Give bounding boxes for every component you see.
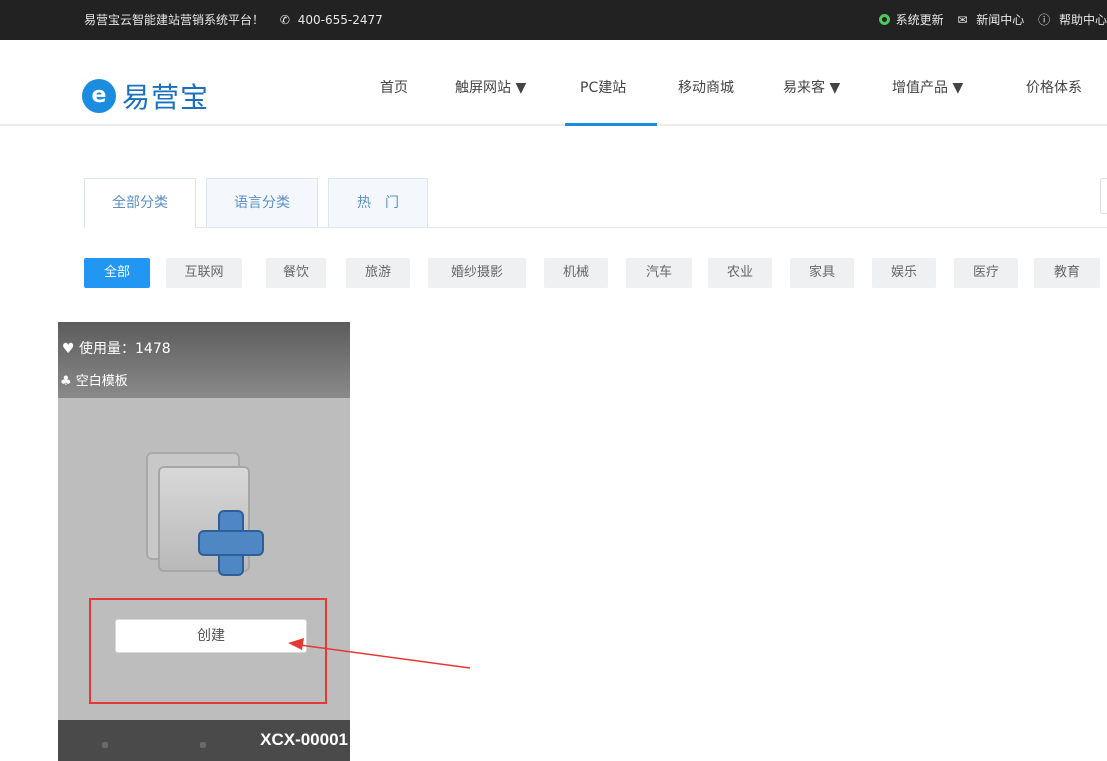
tab-language[interactable]: 语言分类	[206, 178, 318, 228]
site-logo[interactable]: e 易营宝	[82, 76, 209, 116]
heart-icon: ♥	[62, 341, 75, 357]
nav-item-pc-site[interactable]: PC建站	[580, 78, 626, 98]
refresh-icon	[878, 14, 890, 25]
topbar-left: 易营宝云智能建站营销系统平台！ ✆ 400-655-2477	[84, 0, 383, 40]
filter-entertainment[interactable]: 娱乐	[872, 258, 936, 288]
filter-auto[interactable]: 汽车	[626, 258, 692, 288]
filter-furniture[interactable]: 家具	[790, 258, 854, 288]
filter-all[interactable]: 全部	[84, 258, 150, 288]
phone-icon: ✆	[279, 13, 290, 27]
nav-active-indicator	[565, 123, 657, 126]
filter-wedding-photo[interactable]: 婚纱摄影	[428, 258, 526, 288]
template-card-header: ♥ 使用量：1478 ♣ 空白模板	[58, 322, 350, 398]
template-code: XCX-00001	[260, 730, 348, 749]
filter-medical[interactable]: 医疗	[954, 258, 1018, 288]
usage-row: ♥ 使用量：1478	[62, 338, 171, 358]
template-card-footer: XCX-00001	[58, 720, 350, 761]
help-icon: ⓘ	[1038, 13, 1051, 27]
template-name: 空白模板	[75, 374, 128, 389]
annotation-highlight-box	[89, 598, 327, 704]
nav-item-pricing[interactable]: 价格体系	[1026, 78, 1082, 98]
filter-machinery[interactable]: 机械	[544, 258, 608, 288]
filter-travel[interactable]: 旅游	[346, 258, 410, 288]
chat-bubble-icon: ✉	[957, 13, 968, 27]
help-center-link[interactable]: 帮助中心	[1059, 13, 1107, 27]
system-update-link[interactable]: 系统更新	[896, 13, 944, 27]
topbar-tagline: 易营宝云智能建站营销系统平台！	[84, 13, 265, 27]
tab-all-categories[interactable]: 全部分类	[84, 178, 196, 228]
search-input[interactable]	[1100, 178, 1107, 214]
nav-item-value-added[interactable]: 增值产品 ▼	[892, 78, 963, 98]
nav-item-mobile-site[interactable]: 触屏网站 ▼	[455, 78, 526, 98]
logo-text: 易营宝	[122, 81, 210, 114]
nav-item-mobile-mall[interactable]: 移动商城	[678, 78, 734, 98]
topbar-right: 系统更新 ✉ 新闻中心 ⓘ 帮助中心	[877, 0, 1107, 40]
top-bar: 易营宝云智能建站营销系统平台！ ✆ 400-655-2477 系统更新 ✉ 新闻…	[0, 0, 1107, 40]
filter-education[interactable]: 教育	[1034, 258, 1100, 288]
nav-item-yilaike[interactable]: 易来客 ▼	[783, 78, 840, 98]
template-icon: ♣	[60, 374, 72, 389]
tab-hot[interactable]: 热 门	[328, 178, 428, 228]
blank-template-icon	[142, 448, 272, 578]
logo-e-icon: e	[82, 79, 116, 113]
filter-internet[interactable]: 互联网	[166, 258, 242, 288]
news-center-link[interactable]: 新闻中心	[976, 13, 1024, 27]
nav-item-home[interactable]: 首页	[380, 78, 408, 98]
topbar-phone: 400-655-2477	[297, 13, 383, 27]
usage-count: 使用量：1478	[79, 341, 171, 357]
filter-catering[interactable]: 餐饮	[266, 258, 326, 288]
template-name-row: ♣ 空白模板	[60, 370, 128, 389]
filter-agriculture[interactable]: 农业	[708, 258, 772, 288]
